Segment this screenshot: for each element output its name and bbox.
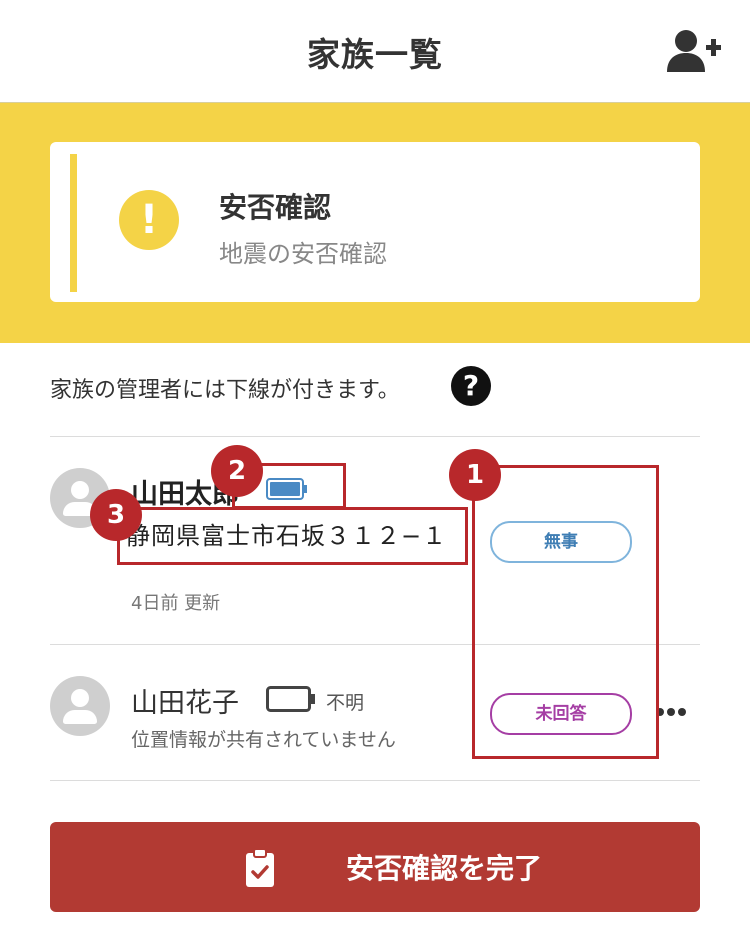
user-plus-icon bbox=[667, 30, 721, 72]
alert-subtitle: 地震の安否確認 bbox=[219, 240, 387, 268]
alert-title: 安否確認 bbox=[219, 191, 332, 224]
alert-accent-bar bbox=[70, 154, 77, 292]
annotation-badge-1: 1 bbox=[449, 449, 501, 501]
member-name[interactable]: 山田花子 bbox=[131, 681, 239, 720]
clipboard-check-icon bbox=[246, 848, 274, 887]
page-title: 家族一覧 bbox=[307, 35, 443, 74]
app-header: 家族一覧 bbox=[0, 0, 750, 103]
member-location-status: 位置情報が共有されていません bbox=[131, 729, 396, 751]
annotation-badge-2: 2 bbox=[211, 445, 263, 497]
more-horizontal-icon[interactable] bbox=[656, 700, 686, 724]
complete-button-label: 安否確認を完了 bbox=[346, 852, 543, 885]
complete-safety-check-button[interactable]: 安否確認を完了 bbox=[50, 822, 700, 912]
list-divider bbox=[50, 436, 700, 437]
battery-status-text: 不明 bbox=[326, 692, 365, 714]
safety-check-card: ! 安否確認 地震の安否確認 bbox=[50, 142, 700, 302]
admin-note: 家族の管理者には下線が付きます。 bbox=[50, 378, 400, 403]
annotation-box-3 bbox=[117, 507, 468, 565]
member-updated-time: 4日前 更新 bbox=[131, 593, 221, 614]
annotation-box-1 bbox=[472, 465, 659, 759]
annotation-badge-3: 3 bbox=[90, 489, 142, 541]
exclamation-icon: ! bbox=[119, 190, 179, 250]
add-user-button[interactable] bbox=[664, 28, 722, 76]
avatar bbox=[50, 676, 110, 736]
question-icon[interactable]: ? bbox=[451, 366, 491, 406]
battery-empty-icon bbox=[266, 686, 315, 712]
list-divider bbox=[50, 780, 700, 781]
